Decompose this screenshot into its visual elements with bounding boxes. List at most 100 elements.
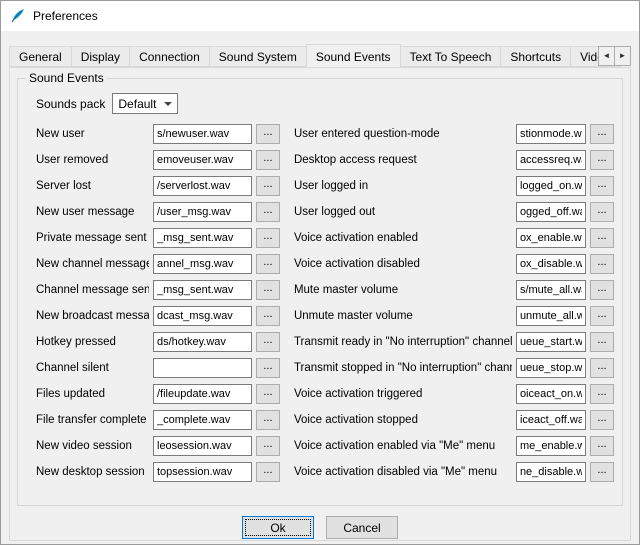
titlebar[interactable]: Preferences xyxy=(1,1,639,31)
dialog-buttons: Ok Cancel xyxy=(17,516,623,539)
browse-button[interactable]: ... xyxy=(256,462,280,482)
sound-file-input[interactable] xyxy=(153,150,252,170)
sound-event-label: User entered question-mode xyxy=(294,128,512,140)
browse-button[interactable]: ... xyxy=(590,176,614,196)
sound-event-row: Private message sent... xyxy=(36,228,280,248)
sound-file-input[interactable] xyxy=(153,124,252,144)
sound-event-row: New user... xyxy=(36,124,280,144)
browse-button[interactable]: ... xyxy=(590,228,614,248)
sound-event-row: Files updated... xyxy=(36,384,280,404)
browse-button[interactable]: ... xyxy=(590,358,614,378)
browse-button[interactable]: ... xyxy=(256,202,280,222)
sound-event-label: Voice activation stopped xyxy=(294,414,512,426)
sound-file-input[interactable] xyxy=(153,202,252,222)
sound-event-row: Voice activation enabled... xyxy=(294,228,614,248)
sound-file-input[interactable] xyxy=(516,332,586,352)
sound-file-input[interactable] xyxy=(516,176,586,196)
browse-button[interactable]: ... xyxy=(256,410,280,430)
chevron-down-icon xyxy=(164,102,172,106)
ok-button[interactable]: Ok xyxy=(242,516,314,539)
sound-event-row: Server lost... xyxy=(36,176,280,196)
browse-button[interactable]: ... xyxy=(256,228,280,248)
sound-file-input[interactable] xyxy=(516,228,586,248)
browse-button[interactable]: ... xyxy=(590,254,614,274)
tab-sound-system[interactable]: Sound System xyxy=(209,46,307,67)
sound-event-label: Channel message sent xyxy=(36,284,149,296)
sound-event-row: User logged out... xyxy=(294,202,614,222)
window-title: Preferences xyxy=(33,9,98,23)
tab-sound-events[interactable]: Sound Events xyxy=(306,44,401,67)
sound-event-label: File transfer complete xyxy=(36,414,149,426)
sound-file-input[interactable] xyxy=(516,462,586,482)
browse-button[interactable]: ... xyxy=(256,332,280,352)
sounds-pack-value: Default xyxy=(118,97,156,111)
browse-button[interactable]: ... xyxy=(256,358,280,378)
browse-button[interactable]: ... xyxy=(256,280,280,300)
sound-file-input[interactable] xyxy=(516,358,586,378)
sound-event-row: User logged in... xyxy=(294,176,614,196)
sound-event-label: Server lost xyxy=(36,180,149,192)
browse-button[interactable]: ... xyxy=(590,202,614,222)
sound-file-input[interactable] xyxy=(516,202,586,222)
sound-event-row: Unmute master volume... xyxy=(294,306,614,326)
browse-button[interactable]: ... xyxy=(590,150,614,170)
sound-file-input[interactable] xyxy=(153,306,252,326)
browse-button[interactable]: ... xyxy=(590,124,614,144)
tab-scroll-left-icon[interactable]: ◄ xyxy=(598,46,615,66)
sound-file-input[interactable] xyxy=(153,410,252,430)
browse-button[interactable]: ... xyxy=(256,124,280,144)
sound-file-input[interactable] xyxy=(516,410,586,430)
sounds-pack-select[interactable]: Default xyxy=(112,93,178,114)
tab-display[interactable]: Display xyxy=(71,46,130,67)
browse-button[interactable]: ... xyxy=(590,332,614,352)
sound-event-row: Mute master volume... xyxy=(294,280,614,300)
sound-event-row: Desktop access request... xyxy=(294,150,614,170)
tab-shortcuts[interactable]: Shortcuts xyxy=(500,46,571,67)
tab-general[interactable]: General xyxy=(9,46,72,67)
sound-file-input[interactable] xyxy=(516,150,586,170)
tab-connection[interactable]: Connection xyxy=(129,46,210,67)
sound-file-input[interactable] xyxy=(516,384,586,404)
sound-event-row: File transfer complete... xyxy=(36,410,280,430)
browse-button[interactable]: ... xyxy=(590,410,614,430)
sound-file-input[interactable] xyxy=(153,228,252,248)
sound-file-input[interactable] xyxy=(153,358,252,378)
browse-button[interactable]: ... xyxy=(256,306,280,326)
browse-button[interactable]: ... xyxy=(256,150,280,170)
sound-event-row: New video session... xyxy=(36,436,280,456)
sound-file-input[interactable] xyxy=(153,254,252,274)
cancel-button[interactable]: Cancel xyxy=(326,516,398,539)
sound-file-input[interactable] xyxy=(153,462,252,482)
sound-file-input[interactable] xyxy=(516,436,586,456)
browse-button[interactable]: ... xyxy=(256,254,280,274)
browse-button[interactable]: ... xyxy=(256,384,280,404)
sound-file-input[interactable] xyxy=(153,280,252,300)
app-icon xyxy=(10,8,26,24)
sound-file-input[interactable] xyxy=(153,384,252,404)
sound-file-input[interactable] xyxy=(153,176,252,196)
sound-file-input[interactable] xyxy=(153,436,252,456)
browse-button[interactable]: ... xyxy=(256,176,280,196)
browse-button[interactable]: ... xyxy=(590,280,614,300)
sound-file-input[interactable] xyxy=(516,124,586,144)
tab-page-sound-events: Sound Events Sounds pack Default New use… xyxy=(9,67,631,541)
sound-event-row: Hotkey pressed... xyxy=(36,332,280,352)
sound-event-row: User entered question-mode... xyxy=(294,124,614,144)
sound-event-row: New desktop session... xyxy=(36,462,280,482)
sound-file-input[interactable] xyxy=(516,306,586,326)
sound-file-input[interactable] xyxy=(516,280,586,300)
sound-file-input[interactable] xyxy=(516,254,586,274)
sound-event-row: Voice activation disabled... xyxy=(294,254,614,274)
sound-events-grid: New user...User removed...Server lost...… xyxy=(26,124,614,482)
browse-button[interactable]: ... xyxy=(256,436,280,456)
browse-button[interactable]: ... xyxy=(590,462,614,482)
browse-button[interactable]: ... xyxy=(590,436,614,456)
tab-text-to-speech[interactable]: Text To Speech xyxy=(400,46,502,67)
tab-scroll-right-icon[interactable]: ► xyxy=(614,46,631,66)
sound-event-label: Transmit stopped in "No interruption" ch… xyxy=(294,362,512,374)
browse-button[interactable]: ... xyxy=(590,384,614,404)
browse-button[interactable]: ... xyxy=(590,306,614,326)
sound-event-label: Files updated xyxy=(36,388,149,400)
sound-event-label: New video session xyxy=(36,440,149,452)
sound-file-input[interactable] xyxy=(153,332,252,352)
